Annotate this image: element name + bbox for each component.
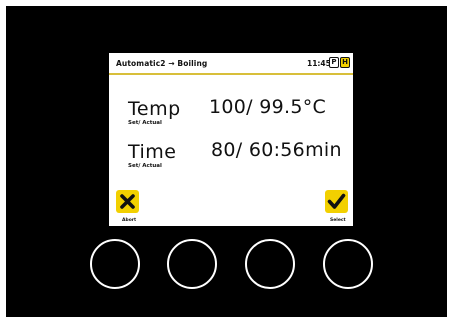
select-caption: Select — [330, 218, 346, 223]
abort-caption: Abort — [122, 218, 137, 223]
checkmark-icon — [327, 193, 346, 209]
select-button[interactable] — [325, 190, 348, 213]
hardware-button-2[interactable] — [167, 239, 217, 289]
hardware-button-1[interactable] — [90, 239, 140, 289]
temp-label: Temp — [128, 98, 181, 120]
display-screen: Automatic2 → Boiling 11:45 P H Temp Set/… — [109, 53, 353, 226]
indicator-p-icon: P — [329, 57, 339, 68]
time-value: 80/ 60:56min — [211, 139, 342, 161]
time-sublabel: Set/ Actual — [128, 163, 162, 169]
close-icon — [120, 194, 135, 209]
temp-value: 100/ 99.5°C — [209, 96, 327, 118]
status-bar: Automatic2 → Boiling 11:45 P H — [109, 53, 353, 75]
device-bezel: Automatic2 → Boiling 11:45 P H Temp Set/… — [6, 6, 447, 317]
hardware-button-3[interactable] — [245, 239, 295, 289]
abort-button[interactable] — [116, 190, 139, 213]
clock: 11:45 — [307, 59, 331, 68]
breadcrumb: Automatic2 → Boiling — [116, 59, 208, 68]
temp-sublabel: Set/ Actual — [128, 120, 162, 126]
hardware-button-4[interactable] — [323, 239, 373, 289]
indicator-h-icon: H — [340, 57, 350, 68]
time-label: Time — [128, 141, 177, 163]
